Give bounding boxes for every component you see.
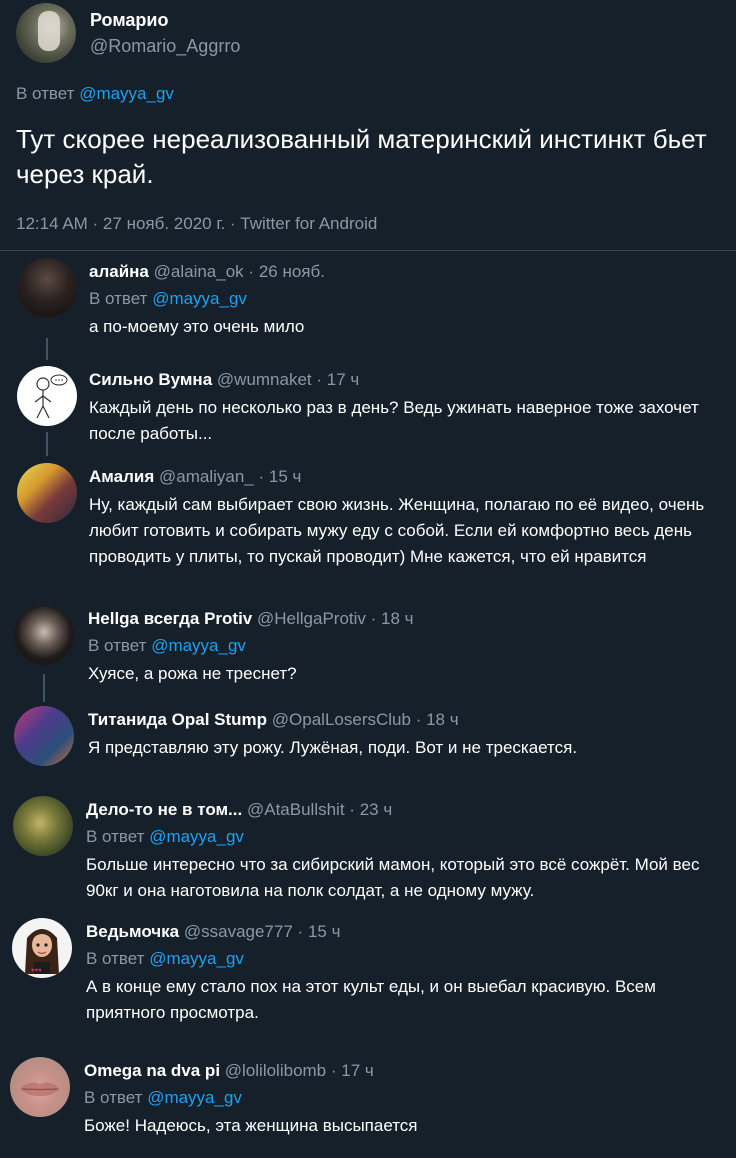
tweet-thread-page: Ромарио @Romario_Aggrro В ответ @mayya_g… xyxy=(0,0,736,1158)
reply-timestamp[interactable]: 15 ч xyxy=(269,467,302,486)
reply-header: Omega na dva pi @lolilolibomb · 17 ч xyxy=(84,1060,720,1082)
separator: · xyxy=(349,800,355,819)
reply-header: Титанида Opal Stump @OpalLosersClub · 18… xyxy=(88,709,718,731)
reply-prefix: В ответ xyxy=(16,84,75,103)
reply-body: Дело-то не в том... @AtaBullshit · 23 ч … xyxy=(86,799,722,904)
reply-timestamp[interactable]: 17 ч xyxy=(327,370,360,389)
reply-mention-link[interactable]: @mayya_gv xyxy=(149,827,244,846)
reply-author-name[interactable]: Амалия xyxy=(89,467,154,486)
main-tweet-author[interactable]: Ромарио @Romario_Aggrro xyxy=(16,2,240,64)
separator: · xyxy=(258,467,265,486)
thread-connector xyxy=(43,674,45,702)
reply-header: Дело-то не в том... @AtaBullshit · 23 ч xyxy=(86,799,722,821)
reply-body: Титанида Opal Stump @OpalLosersClub · 18… xyxy=(88,709,718,761)
reply-timestamp[interactable]: 18 ч xyxy=(381,609,414,628)
reply-text: Больше интересно что за сибирский мамон,… xyxy=(86,855,700,900)
tweet-meta[interactable]: 12:14 AM · 27 нояб. 2020 г. · Twitter fo… xyxy=(16,214,377,234)
lips-icon xyxy=(20,1082,60,1097)
reply-mention-link[interactable]: @mayya_gv xyxy=(151,636,246,655)
reply-body: Ведьмочка @ssavage777 · 15 ч В ответ @ma… xyxy=(86,921,722,1026)
reply-prefix: В ответ xyxy=(84,1088,143,1107)
reply-header: Ведьмочка @ssavage777 · 15 ч xyxy=(86,921,722,943)
thread-connector xyxy=(46,338,48,360)
reply-author-name[interactable]: Ведьмочка xyxy=(86,922,179,941)
reply-header: Сильно Вумна @wumnaket · 17 ч xyxy=(89,369,719,391)
reply-context: В ответ @mayya_gv xyxy=(16,84,174,104)
separator: · xyxy=(330,1061,337,1080)
cartoon-girl-icon: ♥♥♥ xyxy=(25,929,59,974)
reply-author-handle[interactable]: @AtaBullshit xyxy=(247,800,345,819)
reply-author-handle[interactable]: @HellgaProtiv xyxy=(257,609,366,628)
main-tweet-text: Тут скорее нереализованный материнский и… xyxy=(16,124,707,189)
thread-connector xyxy=(46,432,48,456)
doodle-figure-icon xyxy=(34,374,68,419)
reply-author-handle[interactable]: @ssavage777 xyxy=(184,922,293,941)
reply-timestamp[interactable]: 26 нояб. xyxy=(259,262,325,281)
reply-context: В ответ @mayya_gv xyxy=(84,1087,720,1109)
svg-text:♥♥♥: ♥♥♥ xyxy=(31,968,42,974)
author-names: Ромарио @Romario_Aggrro xyxy=(90,8,240,58)
reply-author-name[interactable]: Hellga всегда Protiv xyxy=(88,609,252,628)
reply-author-handle[interactable]: @wumnaket xyxy=(217,370,312,389)
reply-body: Omega na dva pi @lolilolibomb · 17 ч В о… xyxy=(84,1060,720,1139)
reply-header: Амалия @amaliyan_ · 15 ч xyxy=(89,466,719,488)
avatar[interactable] xyxy=(16,3,76,63)
reply-body: Амалия @amaliyan_ · 15 ч Ну, каждый сам … xyxy=(89,466,719,570)
avatar[interactable] xyxy=(17,258,77,318)
separator: · xyxy=(248,262,255,281)
reply-body: Сильно Вумна @wumnaket · 17 ч Каждый ден… xyxy=(89,369,719,447)
reply-header: алайна @alaina_ok · 26 нояб. xyxy=(89,261,709,283)
reply-context: В ответ @mayya_gv xyxy=(86,948,722,970)
reply-text: Хуясе, а рожа не треснет? xyxy=(88,664,297,683)
reply-author-name[interactable]: Дело-то не в том... xyxy=(86,800,242,819)
reply-header: Hellga всегда Protiv @HellgaProtiv · 18 … xyxy=(88,608,718,630)
reply-prefix: В ответ xyxy=(86,949,145,968)
separator: · xyxy=(297,922,304,941)
avatar[interactable] xyxy=(17,366,77,426)
reply-timestamp[interactable]: 23 ч xyxy=(360,800,393,819)
reply-body: Hellga всегда Protiv @HellgaProtiv · 18 … xyxy=(88,608,718,687)
reply-timestamp[interactable]: 15 ч xyxy=(308,922,341,941)
avatar[interactable] xyxy=(14,706,74,766)
reply-prefix: В ответ xyxy=(88,636,147,655)
avatar[interactable] xyxy=(13,796,73,856)
reply-author-name[interactable]: Omega na dva pi xyxy=(84,1061,220,1080)
reply-author-handle[interactable]: @OpalLosersClub xyxy=(272,710,411,729)
reply-mention-link[interactable]: @mayya_gv xyxy=(149,949,244,968)
separator: · xyxy=(316,370,323,389)
reply-author-name[interactable]: алайна xyxy=(89,262,149,281)
reply-author-handle[interactable]: @alaina_ok xyxy=(154,262,244,281)
author-handle[interactable]: @Romario_Aggrro xyxy=(90,34,240,58)
divider xyxy=(0,250,736,251)
reply-author-handle[interactable]: @lolilolibomb xyxy=(225,1061,326,1080)
avatar[interactable] xyxy=(10,1057,70,1117)
separator: · xyxy=(415,710,422,729)
reply-text: Каждый день по несколько раз в день? Вед… xyxy=(89,398,699,443)
reply-prefix: В ответ xyxy=(89,289,148,308)
reply-mention-link[interactable]: @mayya_gv xyxy=(152,289,247,308)
reply-author-handle[interactable]: @amaliyan_ xyxy=(159,467,254,486)
reply-text: Ну, каждый сам выбирает свою жизнь. Женщ… xyxy=(89,495,705,566)
reply-timestamp[interactable]: 18 ч xyxy=(426,710,459,729)
reply-timestamp[interactable]: 17 ч xyxy=(341,1061,374,1080)
reply-text: А в конце ему стало пох на этот культ ед… xyxy=(86,977,656,1022)
reply-context: В ответ @mayya_gv xyxy=(86,826,722,848)
avatar[interactable] xyxy=(14,605,74,665)
reply-text: Я представляю эту рожу. Лужёная, поди. В… xyxy=(88,738,578,757)
reply-context: В ответ @mayya_gv xyxy=(89,288,709,310)
reply-text: Боже! Надеюсь, эта женщина высыпается xyxy=(84,1116,418,1135)
author-name[interactable]: Ромарио xyxy=(90,8,240,32)
separator: · xyxy=(370,609,377,628)
reply-context: В ответ @mayya_gv xyxy=(88,635,718,657)
reply-text: а по-моему это очень мило xyxy=(89,317,305,336)
avatar[interactable]: ♥♥♥ xyxy=(12,918,72,978)
reply-author-name[interactable]: Титанида Opal Stump xyxy=(88,710,267,729)
avatar[interactable] xyxy=(17,463,77,523)
reply-author-name[interactable]: Сильно Вумна xyxy=(89,370,212,389)
reply-mention-link[interactable]: @mayya_gv xyxy=(147,1088,242,1107)
reply-prefix: В ответ xyxy=(86,827,145,846)
reply-body: алайна @alaina_ok · 26 нояб. В ответ @ma… xyxy=(89,261,709,340)
reply-mention-link[interactable]: @mayya_gv xyxy=(79,84,174,103)
